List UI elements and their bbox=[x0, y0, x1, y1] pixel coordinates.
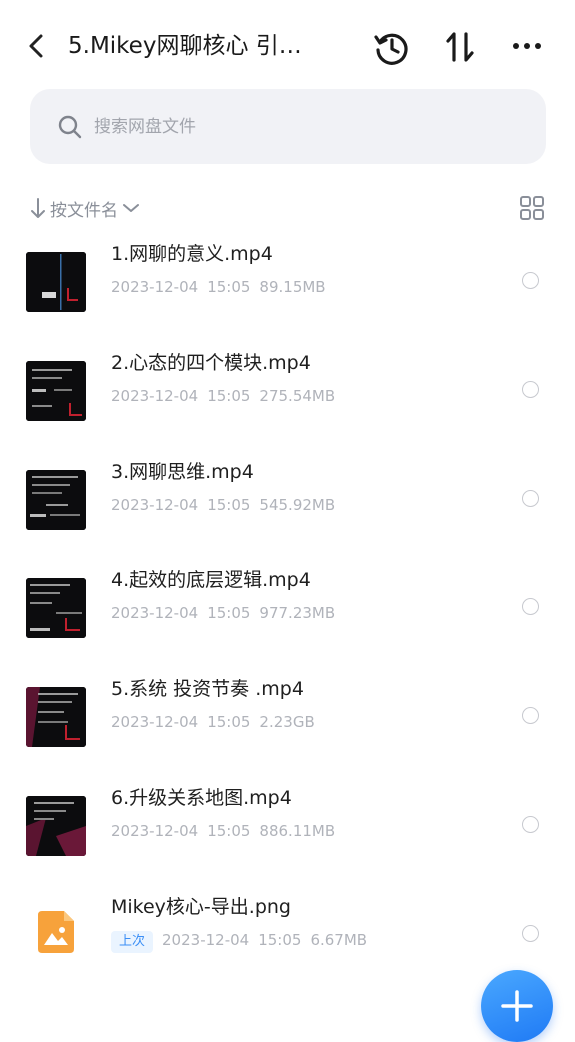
file-meta: 2023-12-04 15:05 2.23GB bbox=[111, 711, 324, 733]
file-date: 2023-12-04 bbox=[111, 822, 199, 840]
file-meta: 2023-12-04 15:05 886.11MB bbox=[111, 820, 344, 842]
image-file-icon bbox=[38, 911, 74, 953]
file-time: 15:05 bbox=[207, 713, 251, 731]
file-size: 2.23GB bbox=[259, 713, 315, 731]
file-meta: 2023-12-04 15:05 545.92MB bbox=[111, 494, 344, 516]
select-radio[interactable] bbox=[522, 490, 539, 507]
file-size: 89.15MB bbox=[259, 278, 326, 296]
add-fab-button[interactable] bbox=[481, 970, 553, 1042]
file-time: 15:05 bbox=[258, 931, 302, 949]
file-date: 2023-12-04 bbox=[111, 387, 199, 405]
sort-arrows-icon bbox=[446, 32, 474, 62]
grid-view-button[interactable] bbox=[518, 194, 546, 222]
file-name: 1.网聊的意义.mp4 bbox=[111, 243, 273, 265]
file-meta: 2023-12-04 15:05 275.54MB bbox=[111, 385, 344, 407]
select-radio[interactable] bbox=[522, 925, 539, 942]
search-bar[interactable] bbox=[30, 89, 546, 164]
file-size: 6.67MB bbox=[310, 931, 368, 949]
select-radio[interactable] bbox=[522, 381, 539, 398]
file-time: 15:05 bbox=[207, 604, 251, 622]
plus-icon bbox=[501, 990, 533, 1022]
history-icon bbox=[374, 33, 408, 65]
file-size: 977.23MB bbox=[259, 604, 336, 622]
file-time: 15:05 bbox=[207, 278, 251, 296]
file-name: 4.起效的底层逻辑.mp4 bbox=[111, 569, 311, 591]
video-thumbnail bbox=[26, 796, 86, 856]
file-name: 5.系统 投资节奏 .mp4 bbox=[111, 678, 304, 700]
arrow-down-icon bbox=[31, 198, 45, 218]
file-meta: 2023-12-04 15:05 977.23MB bbox=[111, 602, 344, 624]
sort-row: 按文件名 bbox=[0, 190, 575, 226]
file-row[interactable]: 3.网聊思维.mp4 2023-12-04 15:05 545.92MB bbox=[0, 461, 575, 578]
file-time: 15:05 bbox=[207, 822, 251, 840]
search-input[interactable] bbox=[92, 107, 516, 147]
file-date: 2023-12-04 bbox=[162, 931, 250, 949]
history-button[interactable] bbox=[372, 28, 412, 68]
file-time: 15:05 bbox=[207, 387, 251, 405]
select-radio[interactable] bbox=[522, 816, 539, 833]
sort-label: 按文件名 bbox=[50, 200, 118, 221]
file-name: Mikey核心-导出.png bbox=[111, 896, 291, 918]
video-thumbnail bbox=[26, 470, 86, 530]
video-thumbnail bbox=[26, 252, 86, 312]
file-size: 275.54MB bbox=[259, 387, 336, 405]
more-button[interactable] bbox=[508, 28, 548, 68]
recent-badge: 上次 bbox=[111, 931, 154, 953]
select-radio[interactable] bbox=[522, 598, 539, 615]
file-date: 2023-12-04 bbox=[111, 713, 199, 731]
file-name: 3.网聊思维.mp4 bbox=[111, 461, 254, 483]
video-thumbnail bbox=[26, 687, 86, 747]
sort-button[interactable] bbox=[440, 28, 480, 68]
file-name: 2.心态的四个模块.mp4 bbox=[111, 352, 311, 374]
file-meta: 上次 2023-12-04 15:05 6.67MB bbox=[111, 929, 376, 953]
file-time: 15:05 bbox=[207, 496, 251, 514]
file-date: 2023-12-04 bbox=[111, 278, 199, 296]
file-row[interactable]: 2.心态的四个模块.mp4 2023-12-04 15:05 275.54MB bbox=[0, 352, 575, 469]
chevron-down-icon bbox=[123, 204, 139, 212]
more-icon bbox=[513, 43, 541, 49]
file-row[interactable]: 1.网聊的意义.mp4 2023-12-04 15:05 89.15MB bbox=[0, 243, 575, 360]
search-icon bbox=[58, 115, 82, 139]
top-bar: 5.Mikey网聊核心 引… bbox=[0, 0, 575, 92]
file-row[interactable]: 6.升级关系地图.mp4 2023-12-04 15:05 886.11MB bbox=[0, 787, 575, 904]
back-button[interactable] bbox=[22, 28, 54, 64]
select-radio[interactable] bbox=[522, 272, 539, 289]
page-title: 5.Mikey网聊核心 引… bbox=[68, 33, 302, 59]
select-radio[interactable] bbox=[522, 707, 539, 724]
video-thumbnail bbox=[26, 578, 86, 638]
file-size: 545.92MB bbox=[259, 496, 336, 514]
file-date: 2023-12-04 bbox=[111, 604, 199, 622]
back-chevron-icon bbox=[29, 34, 43, 58]
file-name: 6.升级关系地图.mp4 bbox=[111, 787, 292, 809]
sort-by-name-button[interactable]: 按文件名 bbox=[30, 194, 140, 222]
grid-view-icon bbox=[520, 196, 544, 220]
file-size: 886.11MB bbox=[259, 822, 336, 840]
file-date: 2023-12-04 bbox=[111, 496, 199, 514]
file-row[interactable]: 5.系统 投资节奏 .mp4 2023-12-04 15:05 2.23GB bbox=[0, 678, 575, 795]
video-thumbnail bbox=[26, 361, 86, 421]
file-meta: 2023-12-04 15:05 89.15MB bbox=[111, 276, 335, 298]
file-row[interactable]: 4.起效的底层逻辑.mp4 2023-12-04 15:05 977.23MB bbox=[0, 569, 575, 686]
